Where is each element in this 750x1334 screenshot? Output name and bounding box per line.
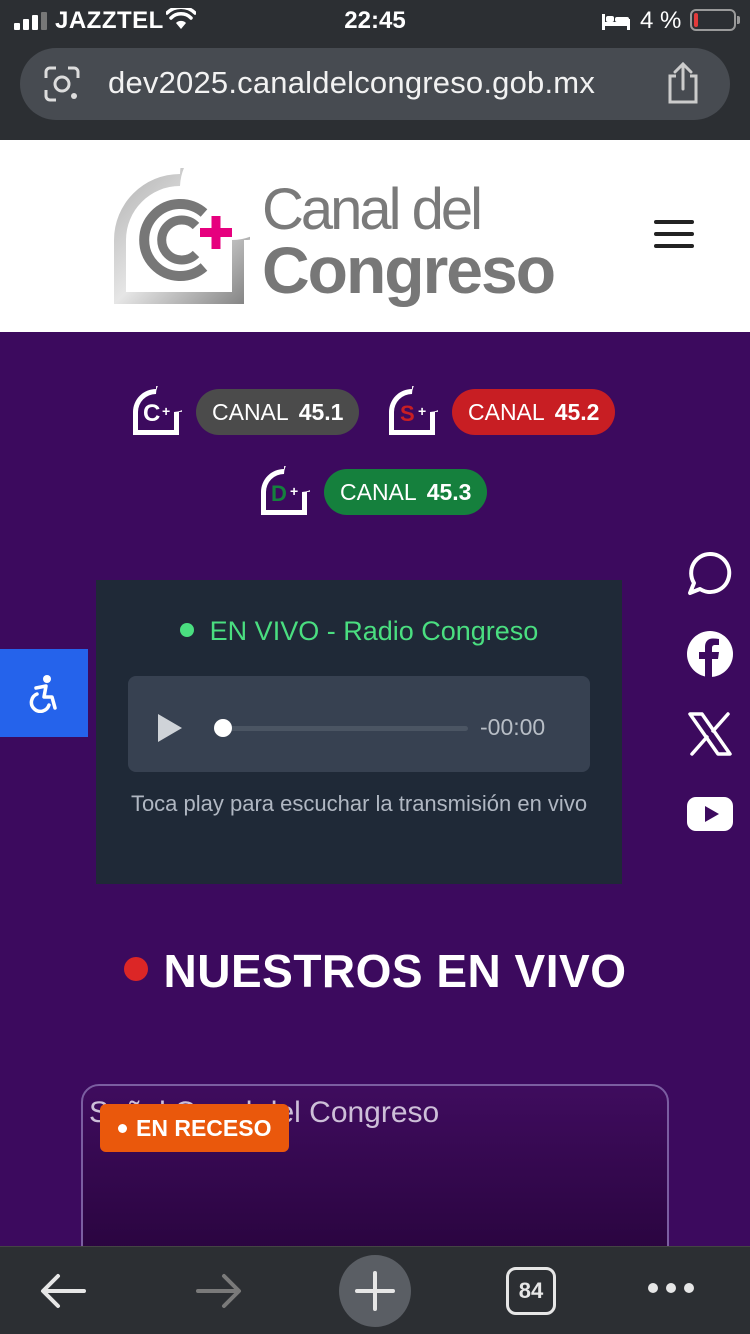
accessibility-button[interactable] [0,649,88,737]
url-bar[interactable]: dev2025.canaldelcongreso.gob.mx [20,48,730,120]
channel-45-2[interactable]: S + CANAL 45.2 [386,386,616,438]
seek-track[interactable] [216,726,468,731]
radio-hint: Toca play para escuchar la transmisión e… [130,791,588,816]
google-lens-icon[interactable] [42,64,82,104]
more-options-icon[interactable] [646,1281,696,1295]
channel-number: 45.2 [554,398,600,425]
radio-player-card: EN VIVO - Radio Congreso -00:00 Toca pla… [96,580,622,884]
svg-text:+: + [162,403,170,419]
channel-pill[interactable]: CANAL 45.2 [452,389,616,435]
share-icon[interactable] [665,62,701,104]
channel-logo-icon: S + [389,386,438,435]
svg-text:+: + [418,403,426,419]
accessibility-icon [29,675,57,713]
svg-text:S: S [400,401,415,426]
svg-text:D: D [271,481,287,506]
channel-prefix: CANAL [468,398,545,425]
x-icon[interactable] [686,710,734,758]
live-indicator-dot [179,623,194,637]
play-button[interactable] [158,714,182,742]
live-section-heading: NUESTROS EN VIVO [0,944,750,998]
url-text[interactable]: dev2025.canaldelcongreso.gob.mx [108,65,595,101]
battery-icon [690,9,740,31]
channel-number: 45.3 [426,478,472,505]
channel-number: 45.1 [298,398,344,425]
channel-logo-icon: D + [261,466,310,515]
heading-text: NUESTROS EN VIVO [163,945,627,997]
time-remaining: -00:00 [480,714,546,740]
radio-live-text: EN VIVO - Radio Congreso [209,616,539,646]
seek-thumb[interactable] [214,719,232,737]
site-header: Canal del Congreso [0,140,750,332]
sleep-focus-icon [602,14,630,30]
channel-prefix: CANAL [340,478,417,505]
radio-live-label: EN VIVO - Radio Congreso [96,616,622,647]
status-bar: JAZZTEL 22:45 4 % [0,0,750,44]
recess-badge: EN RECESO [100,1104,290,1152]
battery-percent: 4 % [640,7,682,34]
tabs-count-button[interactable]: 84 [506,1267,556,1315]
channel-logo-icon: C + [133,386,182,435]
whatsapp-icon[interactable] [686,550,734,598]
logo-mark-icon [114,168,250,304]
social-sidebar [672,540,750,852]
browser-top-bar: JAZZTEL 22:45 4 % dev2025.canaldelcongre… [0,0,750,140]
back-arrow-icon[interactable] [38,1271,88,1311]
channel-pill[interactable]: CANAL 45.1 [196,389,360,435]
browser-bottom-toolbar: 84 [0,1246,750,1334]
menu-bar-icon [654,220,694,224]
badge-text: EN RECESO [136,1114,272,1141]
facebook-icon[interactable] [686,630,734,678]
channel-prefix: CANAL [212,398,289,425]
logo-text-line2: Congreso [262,233,556,307]
channel-45-3[interactable]: D + CANAL 45.3 [258,466,488,518]
plus-icon [355,1271,395,1311]
youtube-icon[interactable] [686,790,734,838]
canal-del-congreso-logo[interactable]: Canal del Congreso [108,168,578,310]
menu-button[interactable] [654,220,694,252]
badge-dot-icon [118,1123,127,1133]
channel-45-1[interactable]: C + CANAL 45.1 [130,386,360,438]
forward-arrow-icon[interactable] [194,1271,244,1311]
menu-bar-icon [654,244,694,248]
live-dot-icon [123,957,148,981]
svg-text:+: + [290,483,298,499]
new-tab-button[interactable] [339,1255,411,1327]
menu-bar-icon [654,232,694,236]
channel-pill[interactable]: CANAL 45.3 [324,469,488,515]
clock: 22:45 [344,7,406,34]
audio-player: -00:00 [128,676,590,772]
svg-text:C: C [143,400,160,427]
